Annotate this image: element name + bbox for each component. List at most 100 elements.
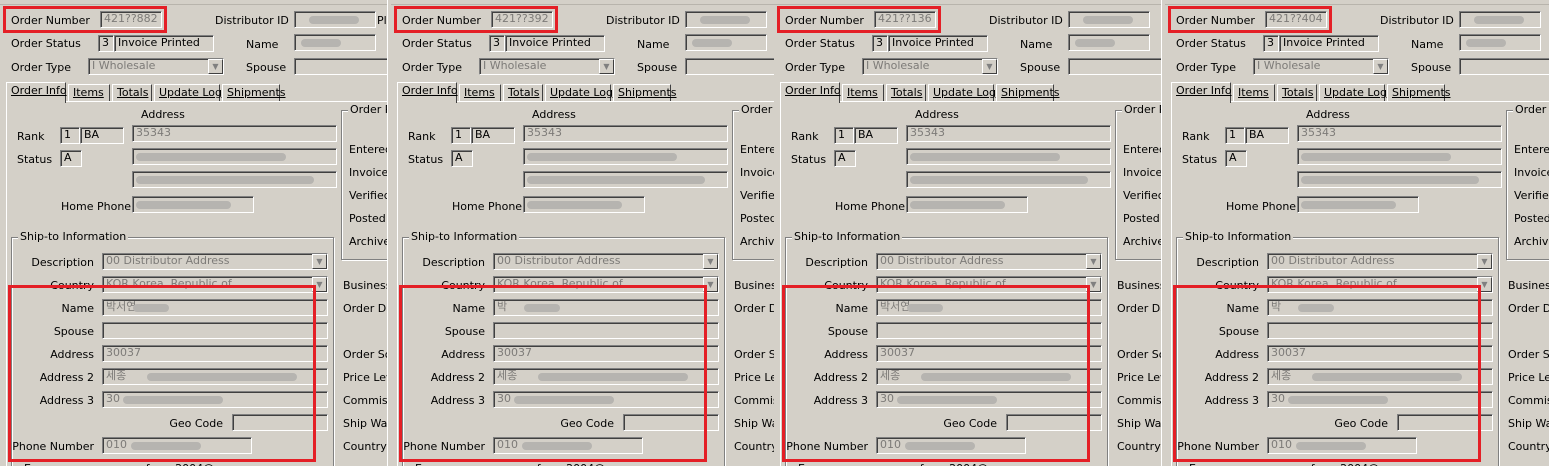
zip-field[interactable]: 35343 xyxy=(906,125,1111,142)
ship-spouse-field[interactable] xyxy=(493,322,719,339)
geo-code-field[interactable] xyxy=(1006,414,1102,431)
tab-order-info[interactable]: Order Info xyxy=(6,82,67,103)
address-line1-field[interactable] xyxy=(906,148,1111,165)
order-status-text[interactable]: Invoice Printed xyxy=(114,35,214,52)
ship-description-select[interactable]: 00 Distributor Address ▼ xyxy=(1267,253,1493,270)
address-line1-field[interactable] xyxy=(132,148,337,165)
ship-description-select[interactable]: 00 Distributor Address ▼ xyxy=(102,253,328,270)
tab-items[interactable]: Items xyxy=(1233,84,1275,102)
address-line2-field[interactable] xyxy=(523,171,728,188)
tab-shipments[interactable]: Shipments xyxy=(996,84,1060,102)
zip-field[interactable]: 35343 xyxy=(1297,125,1502,142)
ship-name-field[interactable]: 박서연 xyxy=(102,299,328,316)
phone-number-field[interactable]: 010 xyxy=(493,437,643,454)
ship-address3-field[interactable]: 30 xyxy=(1267,391,1493,408)
order-status-code[interactable]: 3 xyxy=(872,35,888,52)
tab-update-log[interactable]: Update Log xyxy=(545,84,613,102)
ship-name-field[interactable]: 박 xyxy=(1267,299,1493,316)
ship-description-select[interactable]: 00 Distributor Address ▼ xyxy=(876,253,1102,270)
rank-code[interactable]: BA xyxy=(1245,127,1289,144)
address-line1-field[interactable] xyxy=(1297,148,1502,165)
order-number-field[interactable]: 421??136 xyxy=(874,11,936,28)
order-status-text[interactable]: Invoice Printed xyxy=(505,35,605,52)
ship-address2-field[interactable]: 세종 xyxy=(102,368,328,385)
address-line1-field[interactable] xyxy=(523,148,728,165)
home-phone-field[interactable] xyxy=(1297,196,1419,213)
rank-number[interactable]: 1 xyxy=(1225,127,1245,144)
phone-number-field[interactable]: 010 xyxy=(102,437,252,454)
order-number-field[interactable]: 421??392 xyxy=(491,11,553,28)
distributor-id-field[interactable] xyxy=(685,11,767,28)
order-status-text[interactable]: Invoice Printed xyxy=(888,35,988,52)
chevron-down-icon[interactable]: ▼ xyxy=(312,277,327,292)
chevron-down-icon[interactable]: ▼ xyxy=(1086,277,1101,292)
phone-number-field[interactable]: 010 xyxy=(1267,437,1417,454)
home-phone-field[interactable] xyxy=(906,196,1028,213)
ship-address3-field[interactable]: 30 xyxy=(102,391,328,408)
distributor-id-field[interactable] xyxy=(1459,11,1541,28)
home-phone-field[interactable] xyxy=(132,196,254,213)
chevron-down-icon[interactable]: ▼ xyxy=(703,254,718,269)
chevron-down-icon[interactable]: ▼ xyxy=(1373,59,1388,74)
tab-update-log[interactable]: Update Log xyxy=(928,84,996,102)
spouse-field[interactable] xyxy=(1459,58,1549,75)
order-status-code[interactable]: 3 xyxy=(489,35,505,52)
address-line2-field[interactable] xyxy=(906,171,1111,188)
ship-address3-field[interactable]: 30 xyxy=(876,391,1102,408)
tab-totals[interactable]: Totals xyxy=(112,84,152,102)
order-type-select[interactable]: I Wholesale ▼ xyxy=(862,58,998,75)
name-field[interactable] xyxy=(685,34,767,51)
ship-spouse-field[interactable] xyxy=(102,322,328,339)
zip-field[interactable]: 35343 xyxy=(523,125,728,142)
order-number-field[interactable]: 421??882 xyxy=(100,11,162,28)
ship-address2-field[interactable]: 세종 xyxy=(493,368,719,385)
tab-shipments[interactable]: Shipments xyxy=(222,84,286,102)
tab-totals[interactable]: Totals xyxy=(1277,84,1317,102)
chevron-down-icon[interactable]: ▼ xyxy=(1477,277,1492,292)
ship-address-field[interactable]: 30037 xyxy=(493,345,719,362)
tab-shipments[interactable]: Shipments xyxy=(1387,84,1451,102)
rank-number[interactable]: 1 xyxy=(834,127,854,144)
order-number-field[interactable]: 421??404 xyxy=(1265,11,1327,28)
tab-items[interactable]: Items xyxy=(68,84,110,102)
chevron-down-icon[interactable]: ▼ xyxy=(1086,254,1101,269)
ship-country-select[interactable]: KOR Korea, Republic of ▼ xyxy=(493,276,719,293)
tab-update-log[interactable]: Update Log xyxy=(154,84,222,102)
rank-code[interactable]: BA xyxy=(80,127,124,144)
status-field[interactable]: A xyxy=(834,150,856,167)
rank-number[interactable]: 1 xyxy=(60,127,80,144)
ship-name-field[interactable]: 박 xyxy=(493,299,719,316)
order-type-select[interactable]: I Wholesale ▼ xyxy=(1253,58,1389,75)
geo-code-field[interactable] xyxy=(623,414,719,431)
ship-address-field[interactable]: 30037 xyxy=(1267,345,1493,362)
chevron-down-icon[interactable]: ▼ xyxy=(208,59,223,74)
tab-order-info[interactable]: Order Info xyxy=(397,82,458,103)
zip-field[interactable]: 35343 xyxy=(132,125,337,142)
chevron-down-icon[interactable]: ▼ xyxy=(312,254,327,269)
chevron-down-icon[interactable]: ▼ xyxy=(982,59,997,74)
ship-country-select[interactable]: KOR Korea, Republic of ▼ xyxy=(102,276,328,293)
chevron-down-icon[interactable]: ▼ xyxy=(599,59,614,74)
chevron-down-icon[interactable]: ▼ xyxy=(1477,254,1492,269)
order-type-select[interactable]: I Wholesale ▼ xyxy=(88,58,224,75)
rank-number[interactable]: 1 xyxy=(451,127,471,144)
status-field[interactable]: A xyxy=(60,150,82,167)
ship-country-select[interactable]: KOR Korea, Republic of ▼ xyxy=(1267,276,1493,293)
distributor-id-field[interactable] xyxy=(294,11,376,28)
order-status-text[interactable]: Invoice Printed xyxy=(1279,35,1379,52)
tab-shipments[interactable]: Shipments xyxy=(613,84,677,102)
order-type-select[interactable]: I Wholesale ▼ xyxy=(479,58,615,75)
spouse-field[interactable] xyxy=(1068,58,1161,75)
order-status-code[interactable]: 3 xyxy=(98,35,114,52)
tab-items[interactable]: Items xyxy=(842,84,884,102)
ship-spouse-field[interactable] xyxy=(876,322,1102,339)
tab-order-info[interactable]: Order Info xyxy=(1171,82,1232,103)
ship-spouse-field[interactable] xyxy=(1267,322,1493,339)
rank-code[interactable]: BA xyxy=(471,127,515,144)
tab-totals[interactable]: Totals xyxy=(886,84,926,102)
status-field[interactable]: A xyxy=(451,150,473,167)
status-field[interactable]: A xyxy=(1225,150,1247,167)
name-field[interactable] xyxy=(1068,34,1150,51)
home-phone-field[interactable] xyxy=(523,196,645,213)
spouse-field[interactable] xyxy=(685,58,778,75)
